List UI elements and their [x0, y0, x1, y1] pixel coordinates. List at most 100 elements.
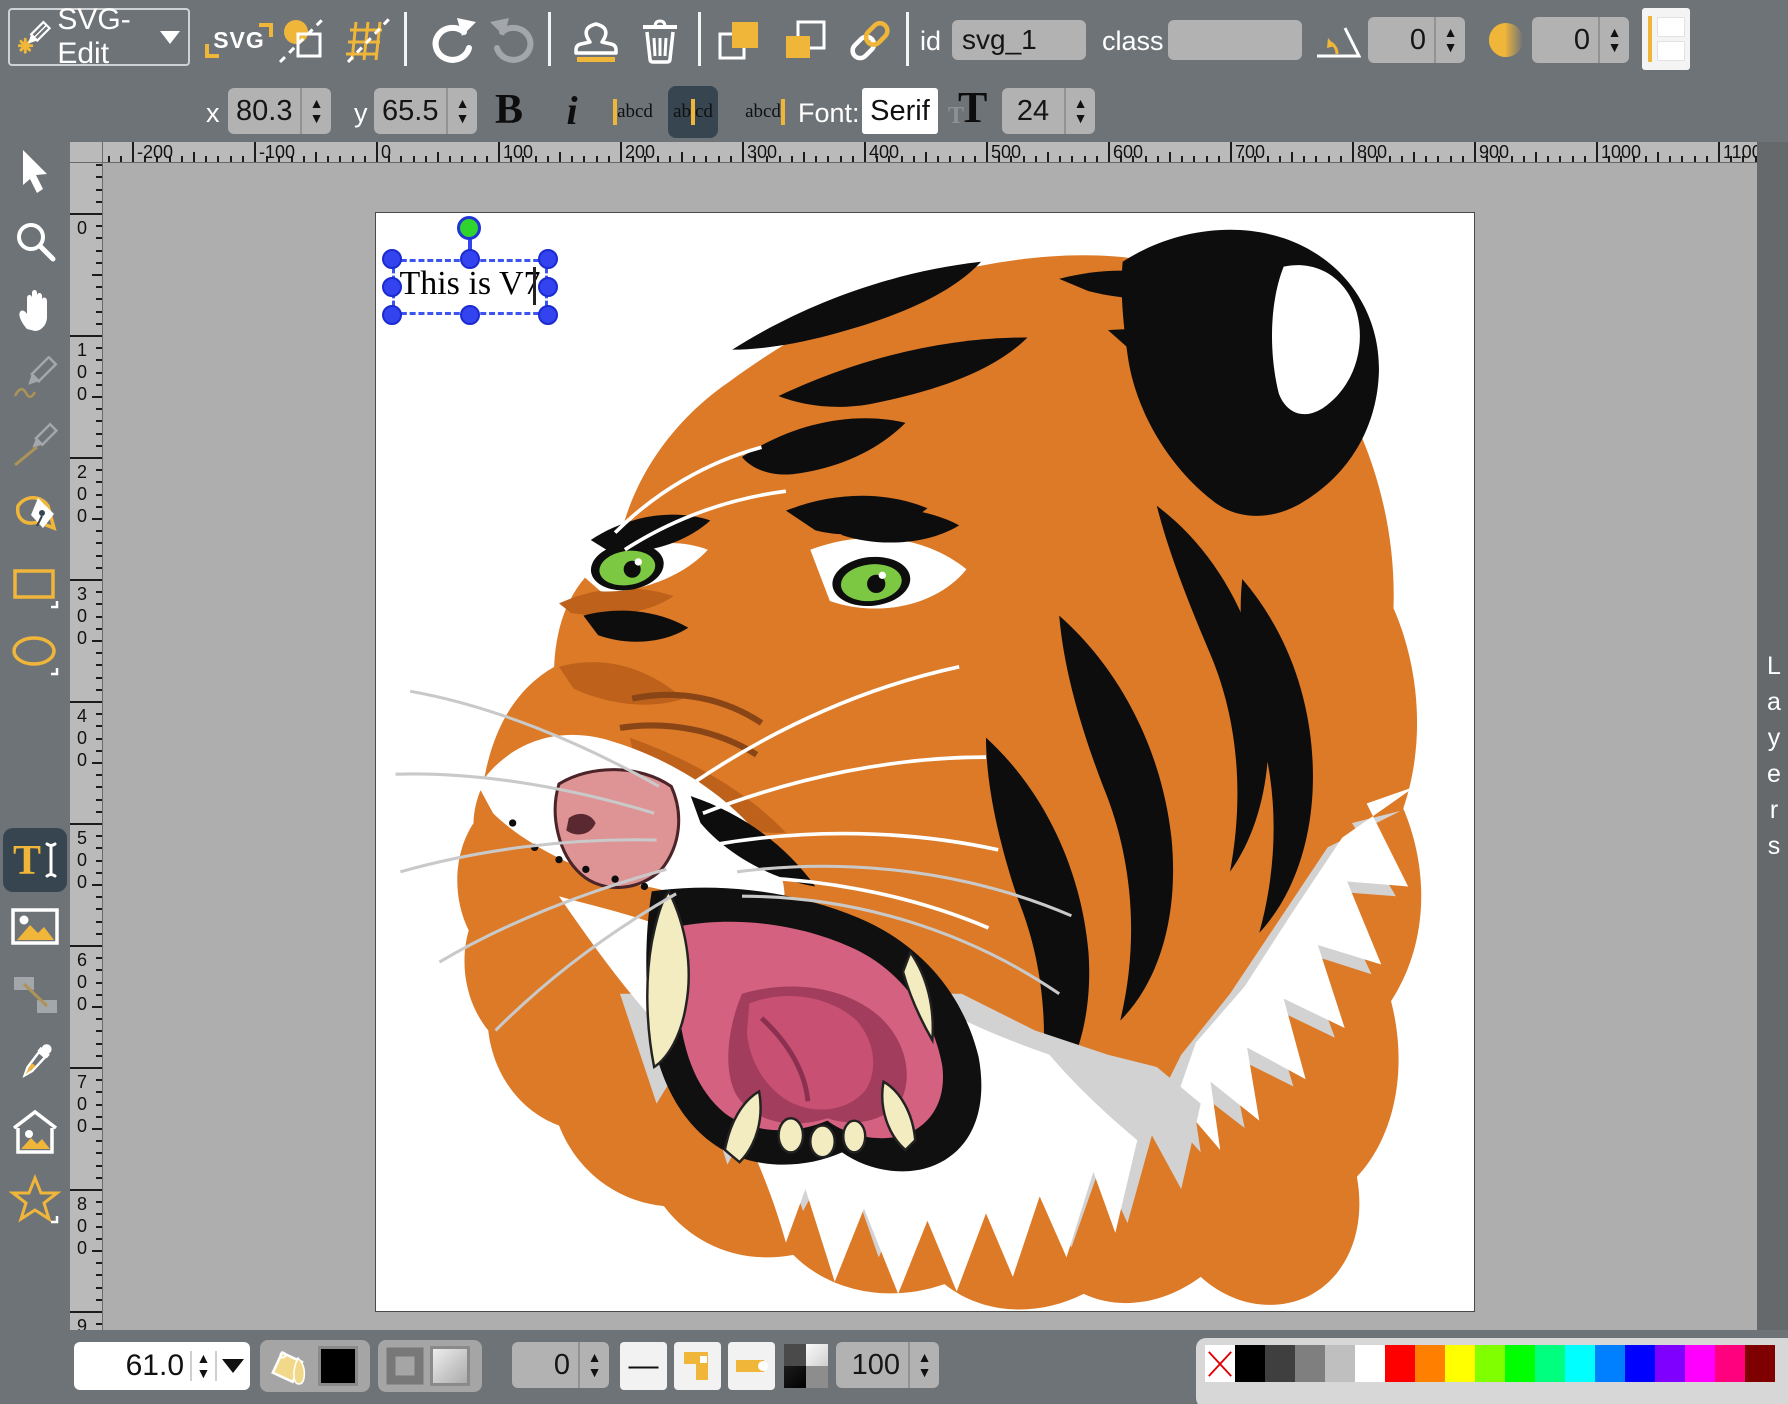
clone-button[interactable]: [570, 14, 622, 66]
y-spinner[interactable]: ▲▼: [446, 88, 477, 134]
opacity-spinner[interactable]: ▲▼: [908, 1342, 939, 1388]
stroke-dash-button[interactable]: —: [620, 1342, 667, 1390]
layers-panel-toggle[interactable]: Layers: [1757, 142, 1788, 1330]
palette-swatch[interactable]: [1445, 1345, 1475, 1382]
tool-image[interactable]: [9, 901, 61, 953]
tool-pencil[interactable]: [9, 354, 61, 406]
tool-rectangle[interactable]: [9, 559, 61, 611]
main-menu-button[interactable]: SVG-Edit: [8, 8, 190, 66]
align-panel-button[interactable]: [1642, 8, 1690, 70]
palette-swatch[interactable]: [1655, 1345, 1685, 1382]
zoom-dropdown[interactable]: [217, 1359, 250, 1373]
palette-swatch[interactable]: [1475, 1345, 1505, 1382]
blur-spinner[interactable]: ▲▼: [1598, 17, 1629, 63]
selection-handle-se[interactable]: [538, 305, 558, 325]
tool-text[interactable]: T: [3, 828, 67, 892]
undo-button[interactable]: [424, 14, 476, 66]
ruler-tick: [96, 835, 102, 837]
tool-eyedropper[interactable]: [9, 1037, 61, 1089]
move-to-back-button[interactable]: [778, 14, 830, 66]
font-size-spinner[interactable]: ▲▼: [1064, 88, 1095, 134]
stroke-color-swatch[interactable]: [430, 1346, 470, 1386]
angle-input[interactable]: [1368, 17, 1434, 63]
selection-handle-e[interactable]: [538, 277, 558, 297]
palette-swatch[interactable]: [1265, 1345, 1295, 1382]
angle-spinner[interactable]: ▲▼: [1434, 17, 1465, 63]
tool-path[interactable]: [9, 487, 61, 539]
ruler-tick: [96, 664, 102, 666]
zoom-spinner[interactable]: ▲▼: [190, 1351, 217, 1381]
text-anchor-start-button[interactable]: abcd: [608, 86, 658, 138]
palette-none-swatch[interactable]: [1205, 1345, 1235, 1382]
move-to-front-button[interactable]: [712, 14, 764, 66]
font-family-button[interactable]: Serif: [862, 88, 938, 134]
zoom-input[interactable]: [74, 1348, 190, 1384]
delete-button[interactable]: [634, 14, 686, 66]
ruler-tick: [974, 156, 976, 162]
document-properties-button[interactable]: [276, 14, 328, 66]
palette-swatch[interactable]: [1565, 1345, 1595, 1382]
palette-swatch[interactable]: [1295, 1345, 1325, 1382]
text-anchor-end-button[interactable]: abcd: [740, 86, 790, 138]
ruler-tick: [1401, 156, 1403, 162]
selection-handle-nw[interactable]: [382, 249, 402, 269]
stroke-linejoin-button[interactable]: [674, 1342, 721, 1390]
selection-handle-sw[interactable]: [382, 305, 402, 325]
tool-star[interactable]: [9, 1174, 61, 1226]
tool-shape-library[interactable]: [9, 1106, 61, 1158]
stroke-width-spinner[interactable]: ▲▼: [578, 1342, 609, 1388]
palette-swatch[interactable]: [1505, 1345, 1535, 1382]
palette-swatch[interactable]: [1355, 1345, 1385, 1382]
fill-color-swatch[interactable]: [318, 1346, 358, 1386]
text-anchor-middle-button[interactable]: abcd: [668, 86, 718, 138]
y-input[interactable]: [374, 88, 446, 134]
svg-canvas[interactable]: This is V7: [376, 213, 1474, 1311]
tool-zoom[interactable]: [9, 216, 61, 268]
ruler-tick: [96, 433, 102, 435]
palette-swatch[interactable]: [1625, 1345, 1655, 1382]
ruler-tick: [1328, 156, 1330, 162]
palette-swatch[interactable]: [1535, 1345, 1565, 1382]
stroke-linecap-button[interactable]: [728, 1342, 775, 1390]
tool-pan[interactable]: [9, 282, 61, 334]
ruler-label: 0: [381, 142, 391, 163]
selection-handle-n[interactable]: [460, 249, 480, 269]
selection-handle-s[interactable]: [460, 305, 480, 325]
editor-preferences-button[interactable]: [342, 14, 394, 66]
make-link-button[interactable]: [844, 14, 896, 66]
palette-swatch[interactable]: [1325, 1345, 1355, 1382]
font-size-input[interactable]: [1002, 88, 1064, 134]
x-spinner[interactable]: ▲▼: [300, 88, 331, 134]
blur-input[interactable]: [1532, 17, 1598, 63]
ruler-tick: [498, 142, 500, 162]
stroke-width-input[interactable]: [512, 1342, 578, 1388]
ruler-tick: [96, 652, 102, 654]
italic-button[interactable]: i: [552, 84, 592, 136]
palette-swatch[interactable]: [1595, 1345, 1625, 1382]
ruler-tick: [461, 156, 463, 162]
rotate-handle[interactable]: [457, 216, 481, 240]
tool-select[interactable]: [9, 145, 61, 197]
bold-button[interactable]: B: [486, 84, 532, 136]
opacity-input[interactable]: [836, 1342, 908, 1388]
tool-connector[interactable]: [9, 969, 61, 1021]
palette-swatch[interactable]: [1415, 1345, 1445, 1382]
ruler-tick: [92, 884, 102, 886]
selection-handle-w[interactable]: [382, 277, 402, 297]
fill-color-group: [260, 1340, 370, 1392]
tool-ellipse[interactable]: [9, 626, 61, 678]
tool-line[interactable]: [9, 419, 61, 471]
x-input[interactable]: [228, 88, 300, 134]
svg-source-button[interactable]: SVG: [213, 14, 265, 66]
selection-handle-ne[interactable]: [538, 249, 558, 269]
palette-swatch[interactable]: [1745, 1345, 1775, 1382]
ruler-tick: [1559, 156, 1561, 162]
ruler-tick: [1474, 142, 1476, 162]
palette-swatch[interactable]: [1685, 1345, 1715, 1382]
element-id-input[interactable]: [952, 20, 1086, 60]
palette-swatch[interactable]: [1385, 1345, 1415, 1382]
redo-button[interactable]: [490, 14, 542, 66]
element-class-input[interactable]: [1168, 20, 1302, 60]
palette-swatch[interactable]: [1715, 1345, 1745, 1382]
palette-swatch[interactable]: [1235, 1345, 1265, 1382]
